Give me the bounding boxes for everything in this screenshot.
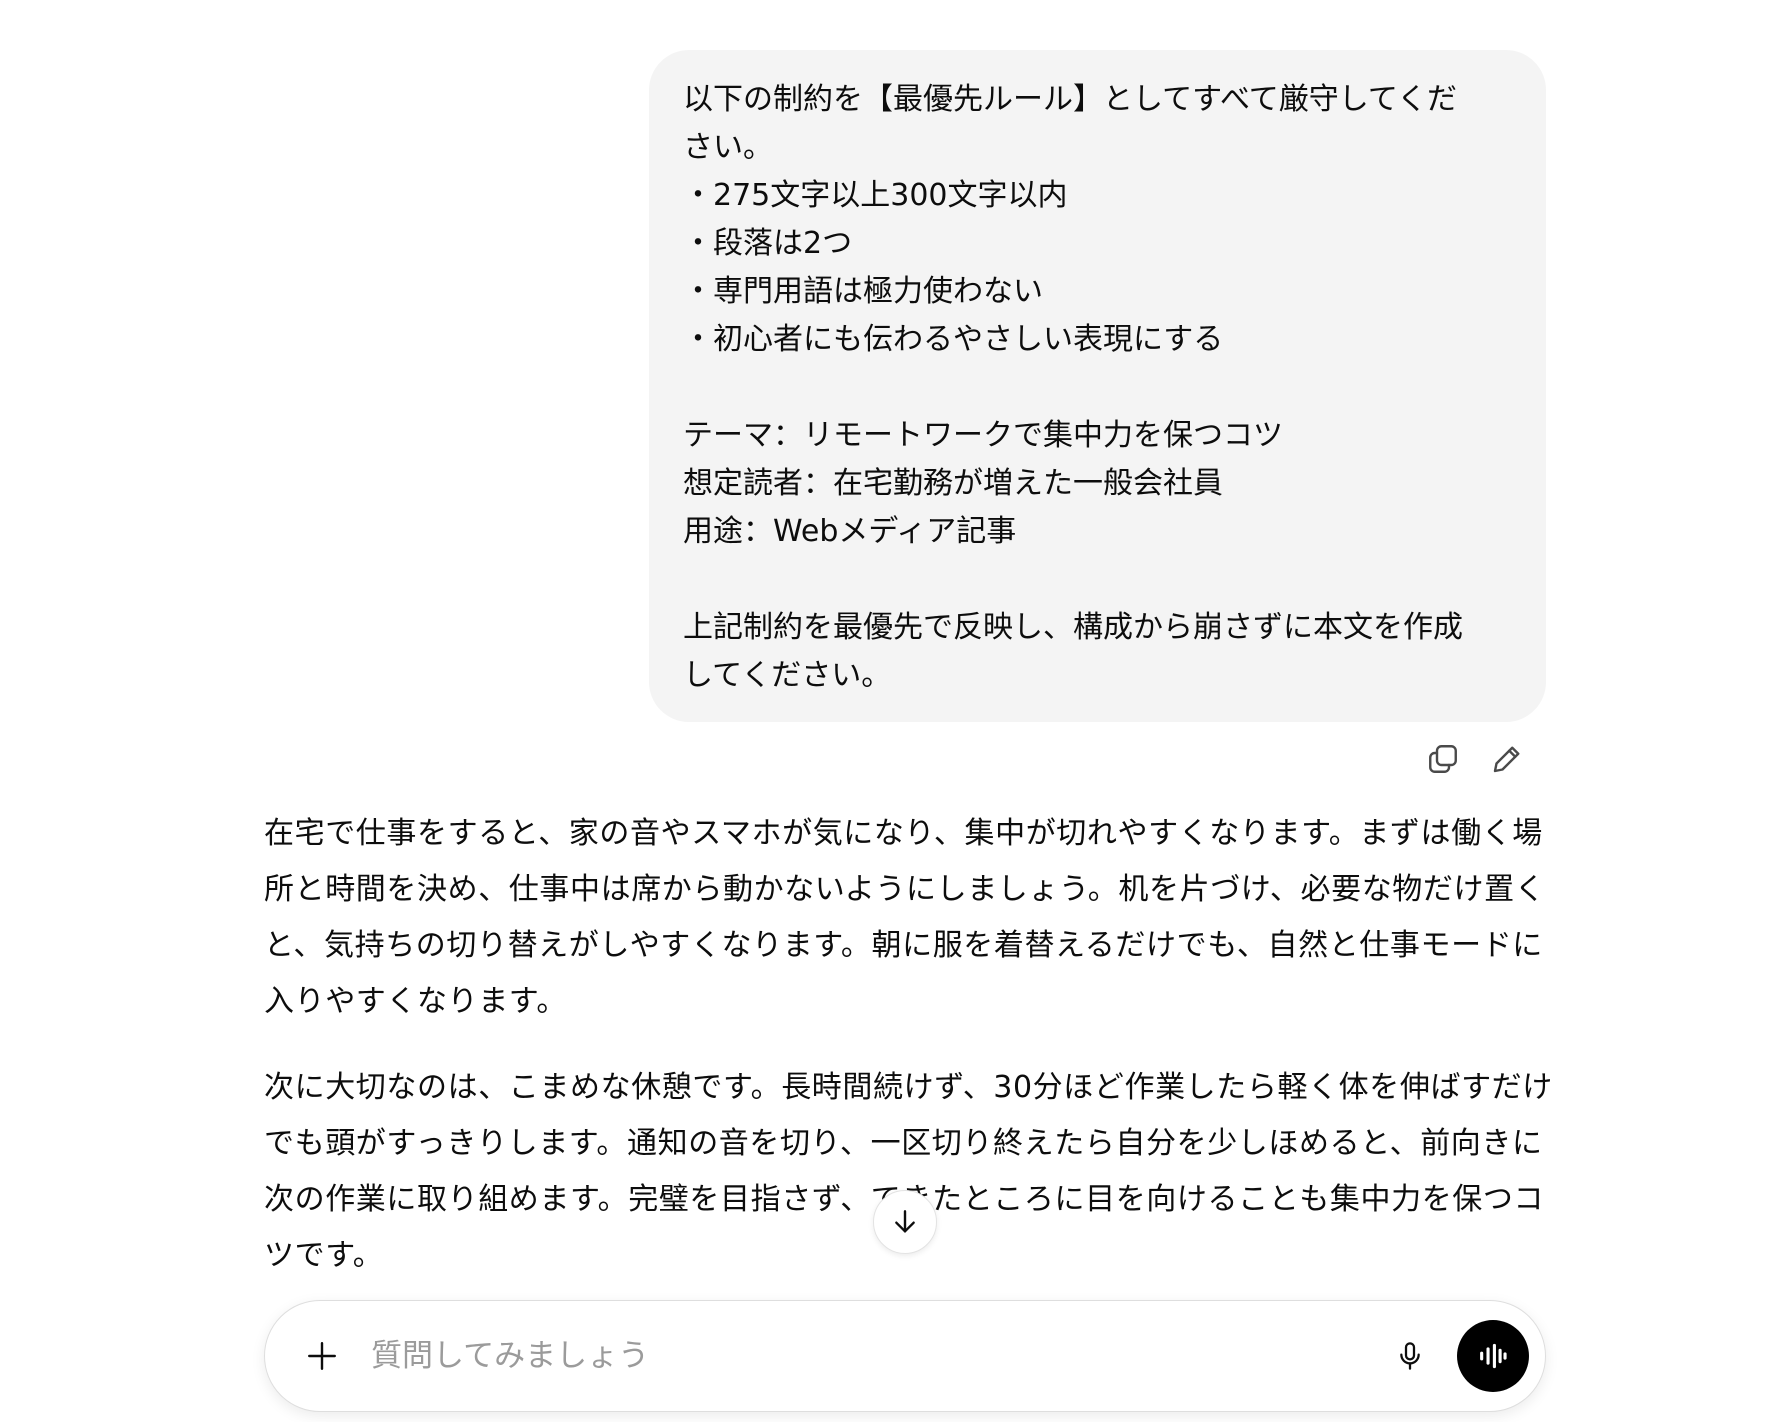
dictate-button[interactable] <box>1387 1333 1433 1379</box>
user-message-line: 以下の制約を【最優先ルール】としてすべて厳守してくだ <box>683 82 1457 117</box>
user-message-line: ・275文字以上300文字以内 <box>683 178 1068 213</box>
user-message-actions <box>1424 740 1526 778</box>
voice-mode-button[interactable] <box>1457 1320 1529 1392</box>
assistant-paragraph: 在宅で仕事をすると、家の音やスマホが気になり、集中が切れやすくなります。まずは働… <box>264 816 1546 1019</box>
plus-icon <box>308 1342 336 1370</box>
user-message-line: 用途：Webメディア記事 <box>683 514 1017 549</box>
add-attachment-button[interactable] <box>301 1335 343 1377</box>
user-message-line <box>683 364 1516 412</box>
user-message-line: 上記制約を最優先で反映し、構成から崩さずに本文を作成 <box>683 610 1463 645</box>
user-message-bubble: 以下の制約を【最優先ルール】としてすべて厳守してくだ さい。 ・275文字以上3… <box>649 50 1546 722</box>
pencil-icon <box>1493 746 1520 773</box>
prompt-input[interactable] <box>371 1329 1331 1383</box>
microphone-icon <box>1400 1342 1420 1370</box>
user-message-line: さい。 <box>683 130 773 165</box>
copy-icon <box>1429 745 1457 773</box>
voice-waveform-icon <box>1480 1343 1507 1369</box>
user-message-line <box>683 556 1516 604</box>
user-message-line: テーマ：リモートワークで集中力を保つコツ <box>683 418 1283 453</box>
arrow-down-icon <box>895 1210 915 1233</box>
composer-fade <box>0 1268 1790 1298</box>
scroll-to-bottom-button[interactable] <box>873 1190 937 1254</box>
composer <box>264 1300 1546 1412</box>
user-message-line: ・初心者にも伝わるやさしい表現にする <box>683 322 1224 357</box>
user-message-line: してください。 <box>683 658 892 693</box>
user-message-line: ・段落は2つ <box>683 226 853 261</box>
user-message-line: ・専門用語は極力使わない <box>683 274 1043 309</box>
user-message-line: 想定読者：在宅勤務が増えた一般会社員 <box>683 466 1223 501</box>
chat-page: 以下の制約を【最優先ルール】としてすべて厳守してくだ さい。 ・275文字以上3… <box>0 0 1790 1422</box>
edit-button[interactable] <box>1488 740 1526 778</box>
copy-button[interactable] <box>1424 740 1462 778</box>
